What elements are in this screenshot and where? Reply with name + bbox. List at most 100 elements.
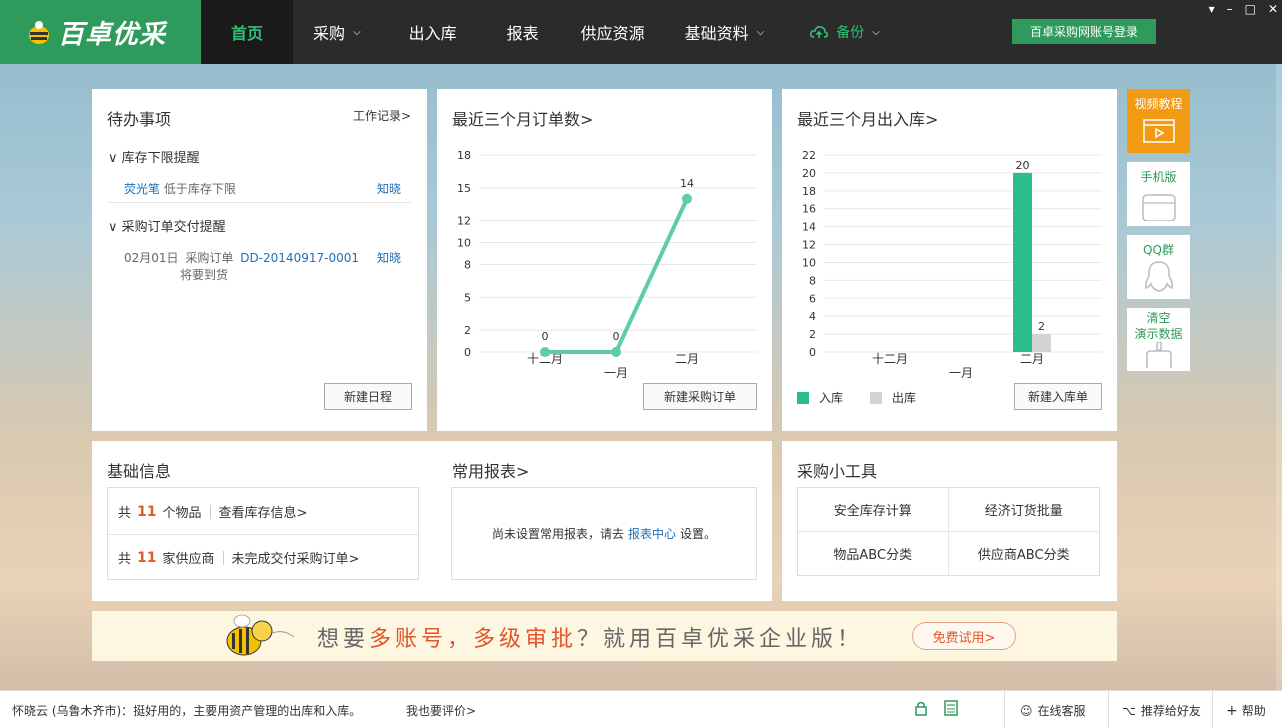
todo-date: 02月01日 [124,251,179,265]
items-row: 共 11 个物品 查看库存信息> [118,502,308,522]
basic-info-box: 共 11 个物品 查看库存信息> 共 11 家供应商 未完成交付采购订单> [107,487,419,580]
recommend-button[interactable]: ⌥ 推荐给好友 [1122,702,1201,719]
todo-order-type: 采购订单 [185,251,234,265]
legend-out-label: 出库 [892,391,917,405]
nav-backup[interactable]: 备份 ⌵ [784,0,900,64]
undelivered-orders-link[interactable]: 未完成交付采购订单> [232,548,360,567]
nav-home-label: 首页 [231,24,264,43]
lock-icon[interactable] [913,700,929,716]
user-icon: ☺ [1020,703,1033,718]
count-prefix: 共 [118,552,132,567]
y-tick-label: 8 [809,274,816,287]
count-prefix: 共 [118,506,132,521]
nav-reports[interactable]: 报表 [485,0,561,64]
suppliers-row: 共 11 家供应商 未完成交付采购订单> [118,548,360,568]
y-tick-label: 5 [464,291,471,304]
stock-chart-title[interactable]: 最近三个月出入库> [797,106,938,130]
todo-card: 待办事项 工作记录> ∨ 库存下限提醒 荧光笔 低于库存下限 知晓 ∨ 采购订单… [92,89,427,431]
order-link[interactable]: DD-20140917-0001 [240,251,359,265]
video-tutorial-label: 视频教程 [1134,97,1183,111]
divider [222,550,224,565]
x-tick-label: 二月 [1020,352,1044,366]
item-link[interactable]: 荧光笔 [124,182,160,196]
todo-row: 荧光笔 低于库存下限 [124,180,236,197]
calculator-icon[interactable] [944,700,958,716]
write-review-link[interactable]: 我也要评价> [406,702,476,719]
data-label: 2 [1038,320,1045,333]
view-stock-link[interactable]: 查看库存信息> [219,502,308,521]
share-icon: ⌥ [1122,703,1136,718]
eoq-tool[interactable]: 经济订货批量 [948,488,1099,532]
y-tick-label: 12 [802,239,816,252]
acknowledge-link[interactable]: 知晓 [377,180,401,197]
safety-stock-tool[interactable]: 安全库存计算 [798,488,949,532]
legend-in-label: 入库 [819,391,844,405]
reports-empty-text: 尚未设置常用报表，请去 [491,527,624,541]
delivery-alert-section[interactable]: ∨ 采购订单交付提醒 [108,216,226,235]
minimize-icon[interactable]: – [1227,2,1233,16]
review-text: 挺好用的，主要用资产管理的出库和入库。 [133,704,362,718]
menu-icon[interactable]: ▾ [1209,2,1215,16]
nav-inout-label: 出入库 [408,24,457,43]
scrollbar[interactable] [1276,64,1282,690]
help-button[interactable]: + 帮助 [1226,702,1266,719]
free-trial-button[interactable]: 免费试用> [912,622,1016,650]
bee-logo-icon [29,21,49,44]
stock-alert-section[interactable]: ∨ 库存下限提醒 [108,147,200,166]
legend-swatch [870,391,882,404]
divider [1004,691,1005,728]
play-video-icon [1142,119,1175,143]
nav-reports-label: 报表 [506,24,539,43]
new-purchase-order-button[interactable]: 新建采购订单 [643,383,757,410]
y-tick-label: 18 [802,185,816,198]
nav-home[interactable]: 首页 [201,0,294,64]
online-service-button[interactable]: ☺ 在线客服 [1020,702,1086,719]
y-tick-label: 20 [802,167,816,180]
help-label: 帮助 [1241,704,1266,718]
y-tick-label: 16 [802,203,816,216]
promo-banner[interactable]: 想要多账号，多级审批？就用百卓优采企业版！ 免费试用> [92,611,1117,661]
qq-group-button[interactable]: QQ群 [1127,235,1190,299]
supplier-abc-tool[interactable]: 供应商ABC分类 [949,532,1100,576]
nav-purchase[interactable]: 采购 ⌵ [293,0,381,64]
new-schedule-button[interactable]: 新建日程 [324,383,412,410]
mobile-version-label: 手机版 [1140,170,1177,184]
report-center-link[interactable]: 报表中心 [628,525,676,542]
item-unit: 个物品 [162,506,202,521]
banner-text-3: ？就用百卓优采企业版！ [577,627,864,652]
new-inbound-button[interactable]: 新建入库单 [1014,383,1102,410]
divider [108,534,418,535]
acknowledge-link[interactable]: 知晓 [377,249,401,266]
divider [209,504,211,519]
divider [1108,691,1109,728]
close-icon[interactable]: ✕ [1268,2,1278,16]
todo-row: 02月01日 采购订单 DD-20140917-0001 [124,249,359,266]
reports-title[interactable]: 常用报表> [452,458,529,482]
clear-demo-data-button[interactable]: 清空 演示数据 [1127,308,1190,371]
account-login-button[interactable]: 百卓采购网账号登录 [1012,19,1156,44]
y-tick-label: 10 [802,256,816,269]
app-logo[interactable]: 百卓优采 [0,0,201,64]
y-tick-label: 0 [809,346,816,359]
recommend-label: 推荐给好友 [1140,704,1201,718]
y-tick-label: 14 [802,221,816,234]
nav-basic-data[interactable]: 基础资料 ⌵ [665,0,785,64]
x-tick-label: 一月 [604,366,628,380]
item-count: 11 [137,503,157,520]
mobile-version-button[interactable]: 手机版 [1127,162,1190,226]
item-abc-tool[interactable]: 物品ABC分类 [798,531,949,575]
supplier-count: 11 [137,549,157,566]
stock-chart-card: 最近三个月出入库> 0 2 4 6 8 10 12 14 16 18 20 22 十二月 一月 二月 20 2 … [782,89,1117,431]
bar-in [1013,172,1032,352]
bee-mascot-icon [226,614,294,656]
nav-inout[interactable]: 出入库 [381,0,485,64]
maximize-icon[interactable]: □ [1245,2,1256,16]
video-tutorial-button[interactable]: 视频教程 [1127,89,1190,153]
qq-penguin-icon [1144,261,1173,292]
nav-supply[interactable]: 供应资源 [561,0,665,64]
orders-chart-title[interactable]: 最近三个月订单数> [452,106,593,130]
clear-label-1: 清空 [1146,311,1171,325]
nav-supply-label: 供应资源 [580,24,645,43]
work-log-link[interactable]: 工作记录> [353,107,411,124]
x-tick-label: 一月 [949,366,973,380]
